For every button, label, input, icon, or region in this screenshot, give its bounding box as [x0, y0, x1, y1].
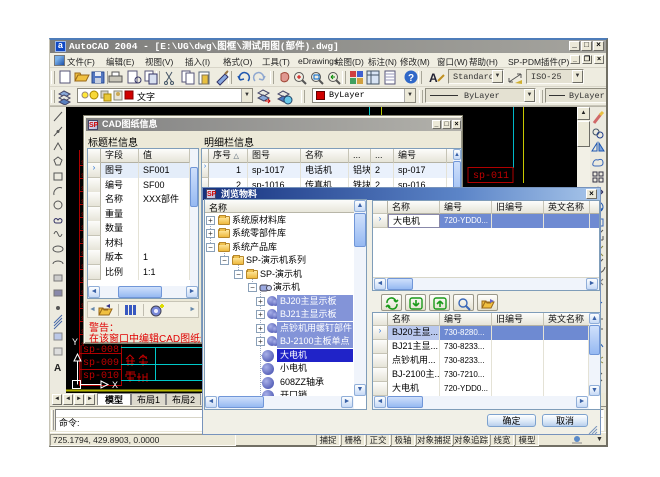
svg-text:A: A [429, 71, 438, 85]
svg-text:sp-008: sp-008 [83, 345, 119, 356]
svg-text:X: X [112, 380, 118, 390]
svg-text:sp-011: sp-011 [473, 171, 509, 182]
svg-text:A: A [54, 363, 61, 374]
svg-text:Y: Y [72, 337, 78, 347]
svg-text:?: ? [408, 73, 414, 84]
svg-text:sp-009: sp-009 [83, 358, 119, 369]
